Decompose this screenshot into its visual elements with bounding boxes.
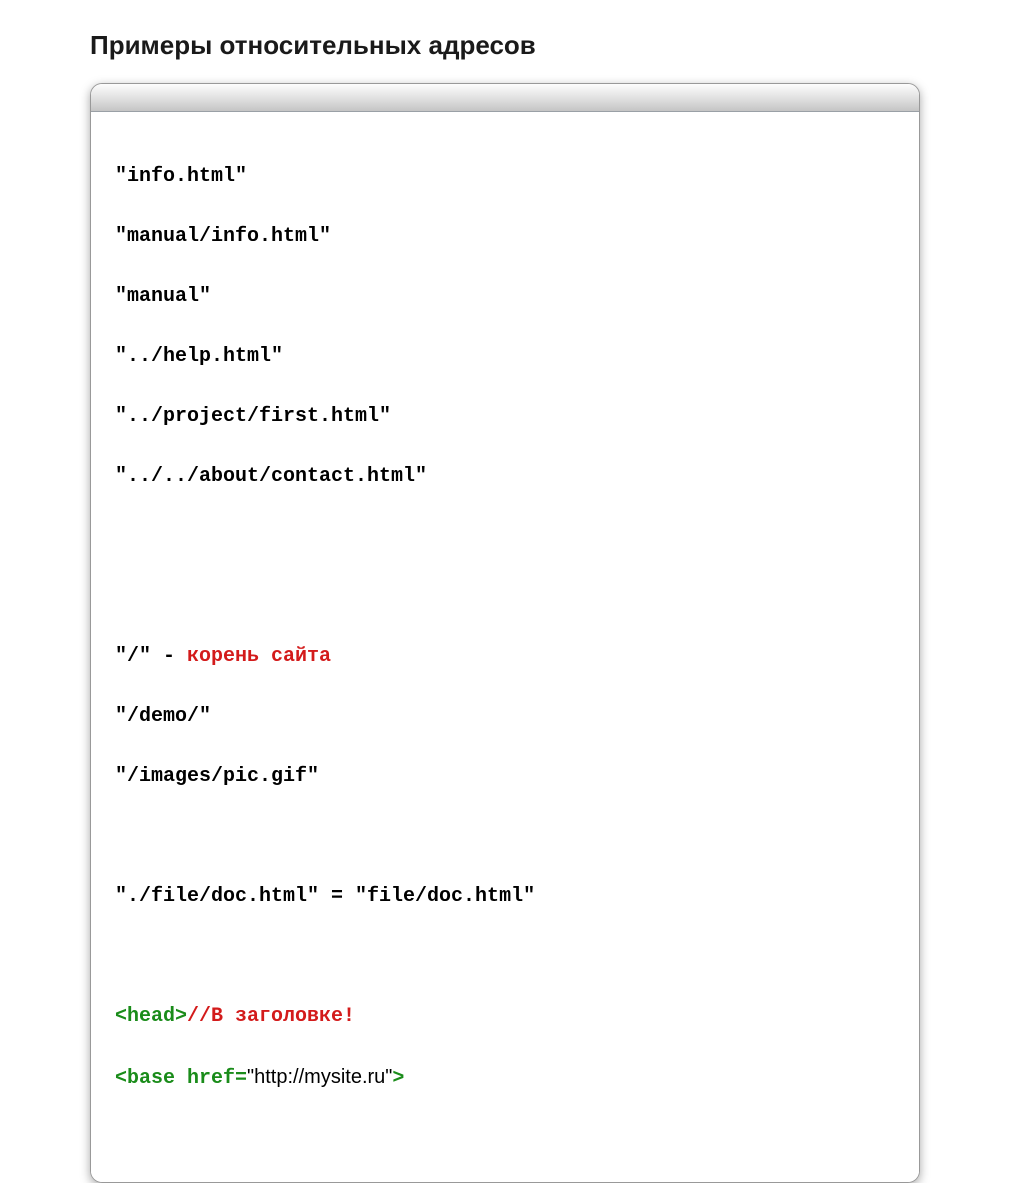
code-line: "../project/first.html" — [115, 402, 895, 432]
code-tag: <base href= — [115, 1067, 247, 1090]
code-tag: > — [392, 1067, 404, 1090]
panel-header — [91, 84, 919, 112]
code-panel: "info.html" "manual/info.html" "manual" … — [90, 83, 920, 1183]
code-tag: <head> — [115, 1005, 187, 1028]
code-line: "/demo/" — [115, 702, 895, 732]
code-line: "../help.html" — [115, 342, 895, 372]
code-line — [115, 582, 895, 612]
code-line — [115, 522, 895, 552]
code-comment: //В заголовке! — [187, 1005, 355, 1028]
code-line: "../../about/contact.html" — [115, 462, 895, 492]
code-line — [115, 942, 895, 972]
code-line: "./file/doc.html" = "file/doc.html" — [115, 882, 895, 912]
code-line: "manual" — [115, 282, 895, 312]
code-text: "/" - — [115, 645, 187, 668]
code-body: "info.html" "manual/info.html" "manual" … — [91, 112, 919, 1182]
code-line: "info.html" — [115, 162, 895, 192]
page-title: Примеры относительных адресов — [90, 30, 934, 61]
code-line — [115, 822, 895, 852]
code-line: <base href="http://mysite.ru"> — [115, 1062, 895, 1094]
code-attr-value: "http://mysite.ru" — [247, 1066, 392, 1088]
code-highlight: корень сайта — [187, 645, 331, 668]
code-line: <head>//В заголовке! — [115, 1002, 895, 1032]
code-line: "/" - корень сайта — [115, 642, 895, 672]
code-line: "manual/info.html" — [115, 222, 895, 252]
